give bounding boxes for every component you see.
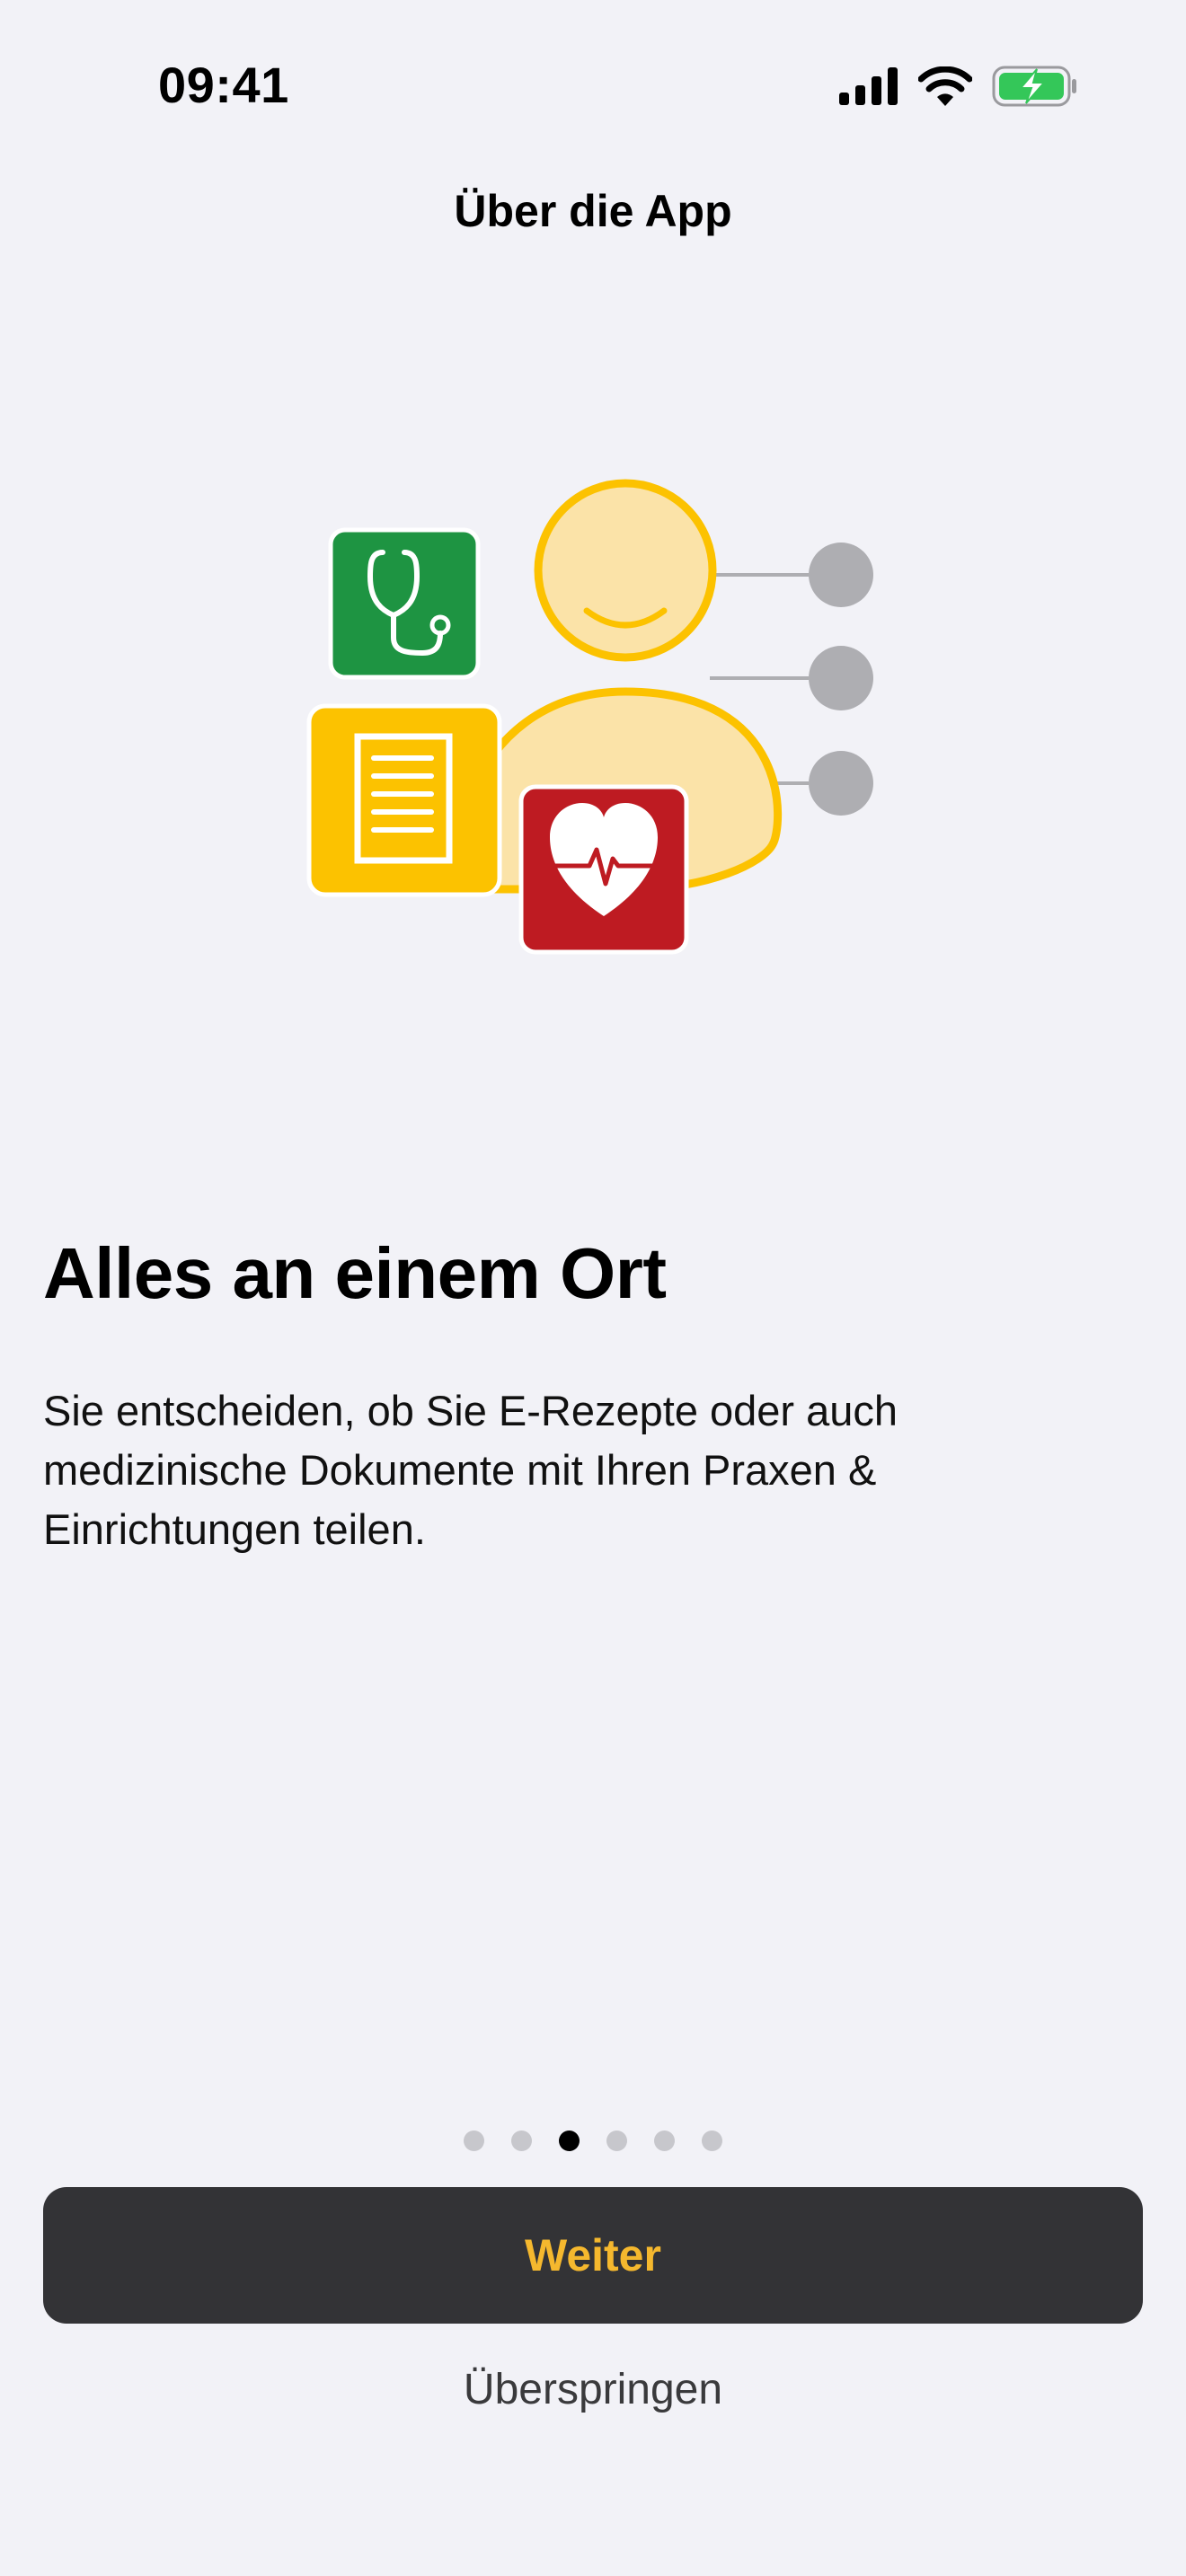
page-dot[interactable] bbox=[511, 2130, 532, 2151]
hero-illustration-svg bbox=[306, 479, 873, 955]
hero-illustration bbox=[288, 467, 898, 970]
page-dot[interactable] bbox=[654, 2130, 675, 2151]
status-icons bbox=[839, 63, 1078, 110]
stethoscope-icon bbox=[328, 527, 481, 680]
cellular-signal-icon bbox=[839, 67, 898, 105]
nav-title: Über die App bbox=[454, 186, 732, 236]
headline: Alles an einem Ort bbox=[43, 1233, 667, 1313]
skip-button[interactable]: Überspringen bbox=[0, 2359, 1186, 2422]
page-dot[interactable] bbox=[606, 2130, 627, 2151]
page-dot-active[interactable] bbox=[559, 2130, 580, 2151]
document-icon bbox=[306, 703, 502, 897]
page-dot[interactable] bbox=[702, 2130, 722, 2151]
page-indicator[interactable] bbox=[0, 2130, 1186, 2152]
body-text: Sie entscheiden, ob Sie E-Rezepte oder a… bbox=[43, 1387, 898, 1553]
battery-charging-icon bbox=[992, 66, 1076, 107]
wifi-icon bbox=[918, 66, 972, 106]
status-bar: 09:41 bbox=[0, 0, 1186, 171]
page-dot[interactable] bbox=[464, 2130, 484, 2151]
heart-rate-icon bbox=[518, 784, 689, 955]
status-time: 09:41 bbox=[158, 57, 289, 113]
continue-button[interactable]: Weiter bbox=[43, 2187, 1143, 2324]
continue-button-label: Weiter bbox=[525, 2230, 661, 2280]
